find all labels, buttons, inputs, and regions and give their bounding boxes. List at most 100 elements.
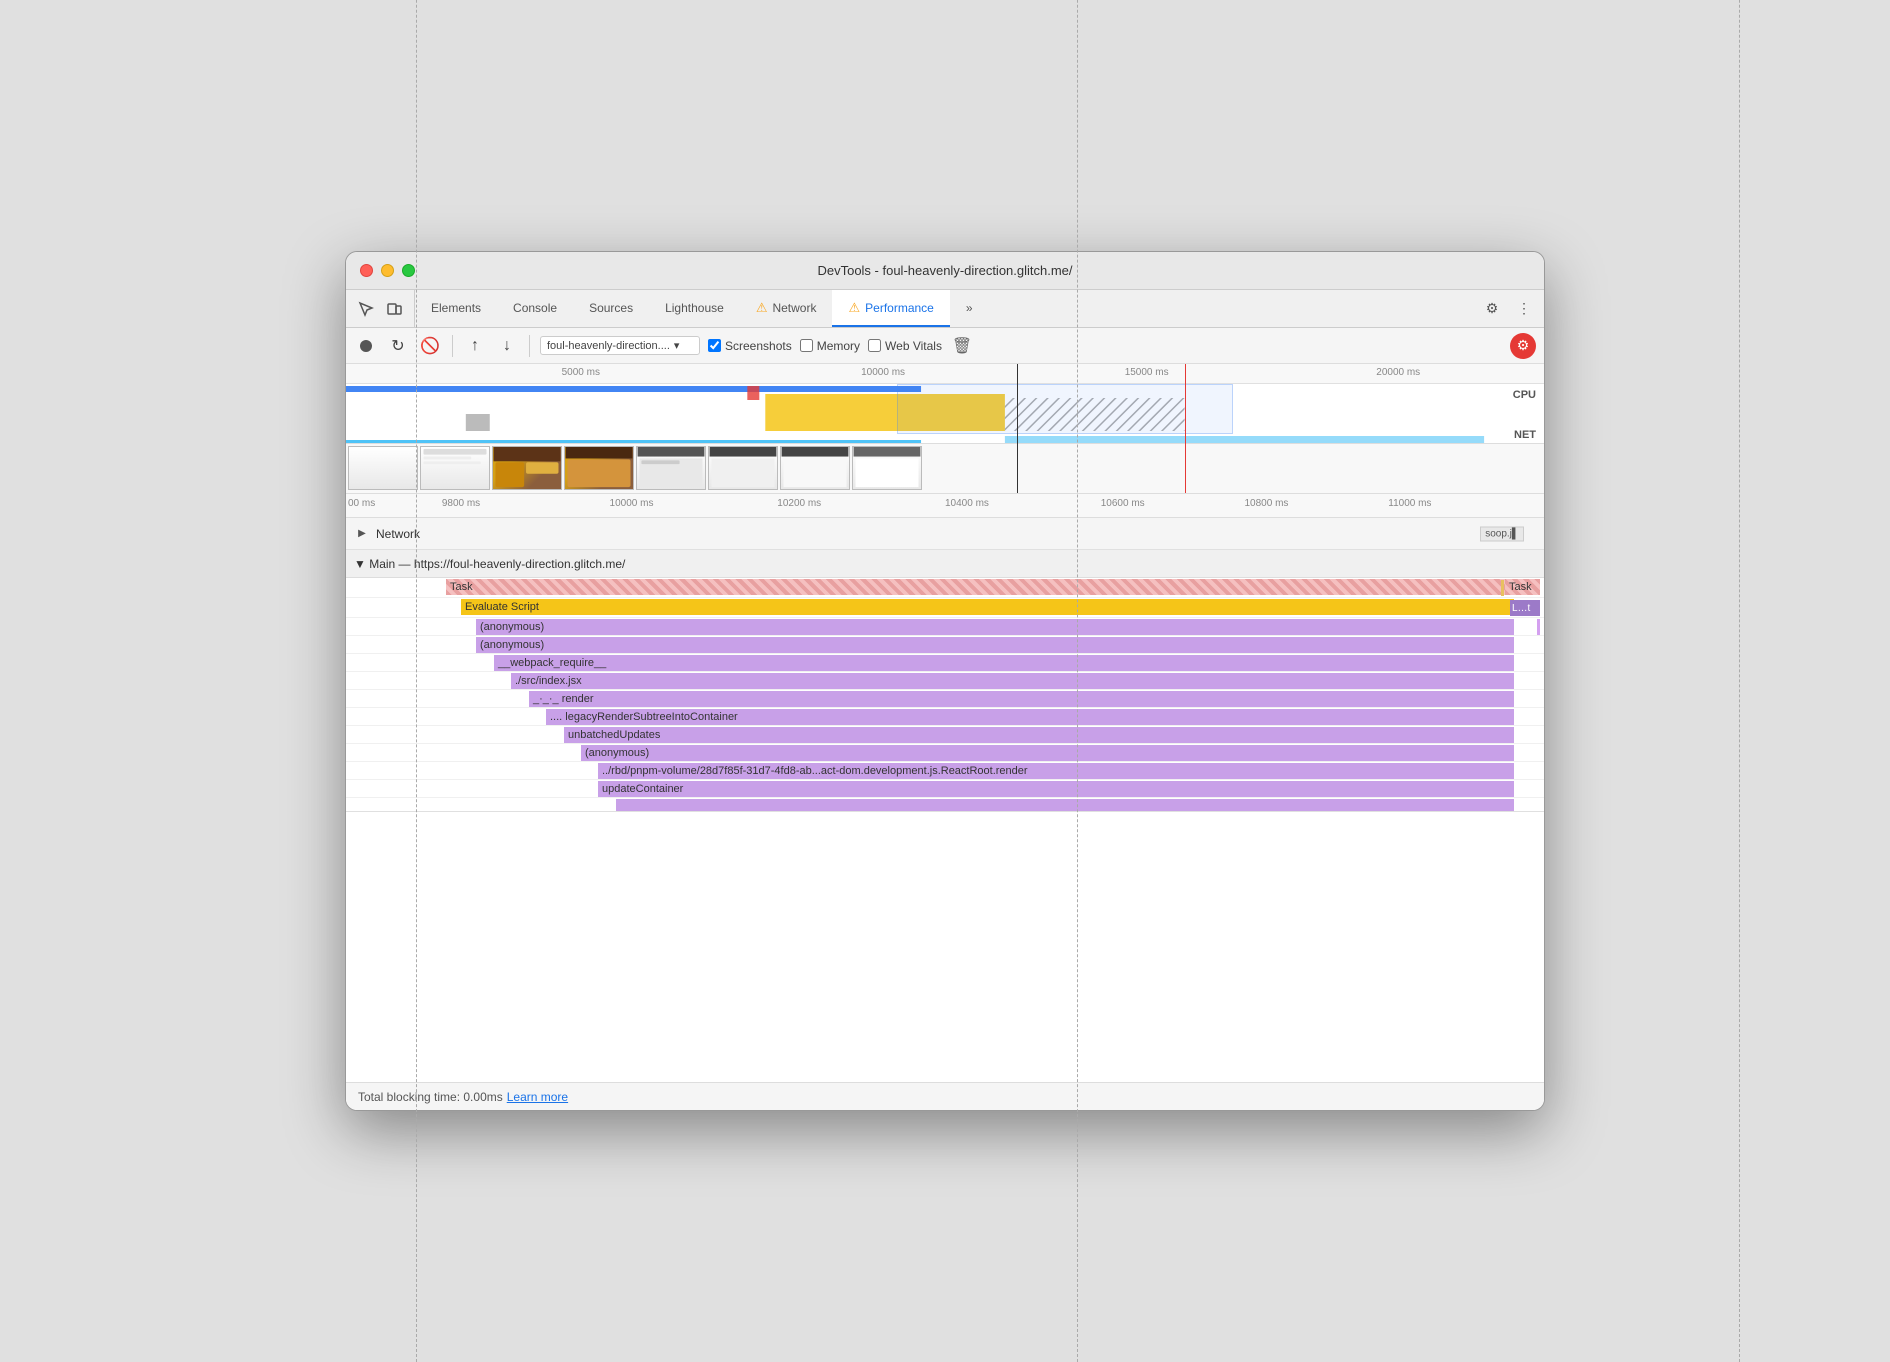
settings-icon[interactable]: ⚙ (1480, 297, 1504, 321)
tab-performance[interactable]: ⚠ Performance (832, 290, 949, 327)
detail-ruler: 00 ms 9800 ms 10000 ms 10200 ms 10400 ms… (346, 494, 1544, 518)
flame-row-update-container: updateContainer (346, 780, 1544, 798)
screenshot-thumb (348, 446, 418, 490)
network-section-label: Network (376, 527, 420, 541)
tabs-container: Elements Console Sources Lighthouse ⚠ Ne… (415, 290, 1472, 327)
device-toggle-icon[interactable] (382, 297, 406, 321)
ruler-15000: 15000 ms (1125, 367, 1169, 378)
screenshot-thumb (708, 446, 778, 490)
legacy-render-bar: .... legacyRenderSubtreeIntoContainer (546, 709, 1514, 725)
timeline-ruler-top: 5000 ms 10000 ms 15000 ms 20000 ms (346, 364, 1544, 384)
network-expand-button[interactable]: ▶ (354, 526, 370, 542)
learn-more-link[interactable]: Learn more (507, 1090, 568, 1104)
screenshot-thumb (780, 446, 850, 490)
task-bar-right: Task (1505, 579, 1540, 595)
more-options-icon[interactable]: ⋮ (1512, 297, 1536, 321)
detail-mark-10600: 10600 ms (1101, 498, 1145, 509)
task-yellow-indicator (1501, 580, 1504, 596)
flame-chart[interactable]: Task Task Evaluate Script L…t (anonymous… (346, 578, 1544, 1082)
detail-mark-0: 00 ms (348, 498, 375, 509)
detail-mark-11000: 11000 ms (1388, 498, 1431, 509)
cursor-icon[interactable] (354, 297, 378, 321)
main-thread-header: ▼ Main — https://foul-heavenly-direction… (346, 550, 1544, 578)
tab-bar: Elements Console Sources Lighthouse ⚠ Ne… (346, 290, 1544, 328)
window-title: DevTools - foul-heavenly-direction.glitc… (817, 263, 1072, 278)
detail-mark-10200: 10200 ms (777, 498, 821, 509)
trash-button[interactable]: 🗑 (950, 334, 974, 358)
tab-network[interactable]: ⚠ Network (740, 290, 833, 327)
flame-row-anon-1: (anonymous) (346, 618, 1544, 636)
minimize-button[interactable] (381, 264, 394, 277)
screenshot-thumb (420, 446, 490, 490)
tab-sources[interactable]: Sources (573, 290, 649, 327)
ruler-10000: 10000 ms (861, 367, 905, 378)
tab-bar-right-controls: ⚙ ⋮ (1472, 290, 1544, 327)
anon-right-indicator (1537, 619, 1540, 635)
tab-lighthouse[interactable]: Lighthouse (649, 290, 740, 327)
render-bar: _·_·_ render (529, 691, 1514, 707)
ruler-20000: 20000 ms (1376, 367, 1420, 378)
soop-badge: soop.j▌ (1480, 526, 1524, 541)
ruler-5000: 5000 ms (562, 367, 600, 378)
src-index-bar: ./src/index.jsx (511, 673, 1514, 689)
flame-row-react-root: ../rbd/pnpm-volume/28d7f85f-31d7-4fd8-ab… (346, 762, 1544, 780)
screenshots-checkbox[interactable]: Screenshots (708, 339, 792, 353)
screenshot-thumb (852, 446, 922, 490)
update-container-bar: updateContainer (598, 781, 1514, 797)
refresh-button[interactable]: ↻ (386, 334, 410, 358)
anon-bar-3: (anonymous) (581, 745, 1514, 761)
clear-button[interactable]: 🚫 (418, 334, 442, 358)
detail-mark-10000: 10000 ms (610, 498, 654, 509)
close-button[interactable] (360, 264, 373, 277)
flame-row-legacy-render: .... legacyRenderSubtreeIntoContainer (346, 708, 1544, 726)
tab-more[interactable]: » (950, 290, 989, 327)
react-root-bar: ../rbd/pnpm-volume/28d7f85f-31d7-4fd8-ab… (598, 763, 1514, 779)
flame-row-anon-2: (anonymous) (346, 636, 1544, 654)
timeline-overview[interactable]: 5000 ms 10000 ms 15000 ms 20000 ms CPU N… (346, 364, 1544, 494)
cpu-area (346, 386, 1544, 431)
cursor-line-red (1185, 364, 1186, 493)
tab-elements[interactable]: Elements (415, 290, 497, 327)
record-button[interactable] (354, 334, 378, 358)
anon-bar-2: (anonymous) (476, 637, 1514, 653)
separator-2 (529, 335, 530, 357)
performance-warn-icon: ⚠ (848, 300, 860, 316)
flame-row-render: _·_·_ render (346, 690, 1544, 708)
status-bar: Total blocking time: 0.00ms Learn more (346, 1082, 1544, 1110)
unbatched-bar: unbatchedUpdates (564, 727, 1514, 743)
task-bar: Task (446, 579, 1514, 595)
screenshot-strip (346, 443, 1544, 493)
download-button[interactable]: ↓ (495, 334, 519, 358)
detail-mark-9800: 9800 ms (442, 498, 480, 509)
flame-row-partial (346, 798, 1544, 812)
network-section-row[interactable]: ▶ Network soop.j▌ (346, 518, 1544, 550)
url-selector[interactable]: foul-heavenly-direction.... ▾ (540, 336, 700, 355)
devtools-window: DevTools - foul-heavenly-direction.glitc… (345, 251, 1545, 1111)
detail-mark-10800: 10800 ms (1245, 498, 1289, 509)
partial-bar (616, 799, 1514, 811)
flame-row-task: Task Task (346, 578, 1544, 598)
flame-row-src-index: ./src/index.jsx (346, 672, 1544, 690)
screenshot-thumb (492, 446, 562, 490)
separator-1 (452, 335, 453, 357)
traffic-lights (360, 264, 415, 277)
maximize-button[interactable] (402, 264, 415, 277)
tab-bar-left-controls (346, 290, 415, 327)
tbt-label: Total blocking time: 0.00ms (358, 1090, 503, 1104)
network-warn-icon: ⚠ (756, 300, 768, 316)
settings-gear-button[interactable]: ⚙ (1510, 333, 1536, 359)
devtools-body: Elements Console Sources Lighthouse ⚠ Ne… (346, 290, 1544, 1110)
web-vitals-checkbox[interactable]: Web Vitals (868, 339, 942, 353)
screenshot-thumb (564, 446, 634, 490)
memory-checkbox[interactable]: Memory (800, 339, 860, 353)
flame-row-webpack: __webpack_require__ (346, 654, 1544, 672)
tab-console[interactable]: Console (497, 290, 573, 327)
upload-button[interactable]: ↑ (463, 334, 487, 358)
toolbar: ↻ 🚫 ↑ ↓ foul-heavenly-direction.... ▾ Sc… (346, 328, 1544, 364)
evaluate-bar: Evaluate Script (461, 599, 1514, 615)
screenshot-thumb (636, 446, 706, 490)
main-content: ▶ Network soop.j▌ ▼ Main — https://foul-… (346, 518, 1544, 1082)
flame-row-anon-3: (anonymous) (346, 744, 1544, 762)
title-bar: DevTools - foul-heavenly-direction.glitc… (346, 252, 1544, 290)
detail-mark-10400: 10400 ms (945, 498, 989, 509)
